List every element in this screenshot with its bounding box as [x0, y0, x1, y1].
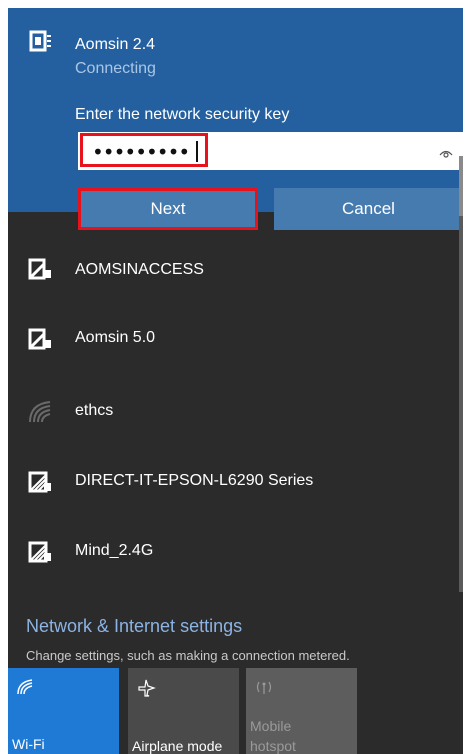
hotspot-icon [254, 678, 274, 698]
scrollbar-thumb[interactable] [459, 156, 463, 216]
network-item-direct-epson[interactable]: DIRECT-IT-EPSON-L6290 Series [8, 448, 463, 518]
secured-wifi-icon [26, 538, 54, 566]
network-flyout: Aomsin 2.4 Connecting Enter the network … [8, 8, 463, 754]
cancel-button[interactable]: Cancel [274, 188, 463, 230]
network-settings-link[interactable]: Network & Internet settings [26, 616, 242, 637]
network-ssid: Mind_2.4G [75, 542, 154, 559]
mobile-hotspot-tile[interactable]: Mobile hotspot [246, 668, 357, 754]
airplane-tile-label: Airplane mode [132, 738, 223, 754]
active-network-ssid: Aomsin 2.4 [75, 36, 156, 53]
airplane-mode-tile[interactable]: Airplane mode [128, 668, 239, 754]
secured-wifi-icon [27, 28, 55, 56]
network-item-ethcs[interactable]: ethcs [8, 378, 463, 448]
network-ssid: Aomsin 5.0 [75, 329, 156, 346]
secured-wifi-icon [26, 325, 54, 353]
secured-wifi-icon [26, 255, 54, 283]
secured-wifi-icon [26, 468, 54, 496]
wifi-tile-label: Wi-Fi [12, 736, 45, 752]
weak-wifi-icon [26, 398, 54, 426]
hotspot-tile-label-line2: hotspot [250, 738, 296, 754]
network-ssid: AOMSINACCESS [75, 261, 204, 278]
connection-status: Connecting [75, 60, 156, 77]
active-network-item[interactable]: Aomsin 2.4 Connecting Enter the network … [8, 8, 463, 230]
next-button[interactable]: Next [78, 188, 258, 230]
network-ssid: DIRECT-IT-EPSON-L6290 Series [75, 472, 314, 489]
hotspot-tile-label-line1: Mobile [250, 718, 292, 734]
network-settings-description: Change settings, such as making a connec… [26, 648, 350, 663]
wifi-icon [16, 678, 34, 696]
network-item-mind[interactable]: Mind_2.4G [8, 518, 463, 588]
password-highlight-box [80, 133, 208, 167]
network-ssid: ethcs [75, 402, 114, 419]
reveal-password-icon[interactable] [439, 145, 453, 163]
security-key-prompt: Enter the network security key [75, 106, 290, 123]
network-item-aomsinaccess[interactable]: AOMSINACCESS [8, 236, 463, 306]
scrollbar-track[interactable] [459, 156, 463, 592]
network-item-aomsin-5[interactable]: Aomsin 5.0 [8, 306, 463, 376]
wifi-toggle-tile[interactable]: Wi-Fi [8, 668, 119, 754]
airplane-icon [136, 678, 156, 698]
